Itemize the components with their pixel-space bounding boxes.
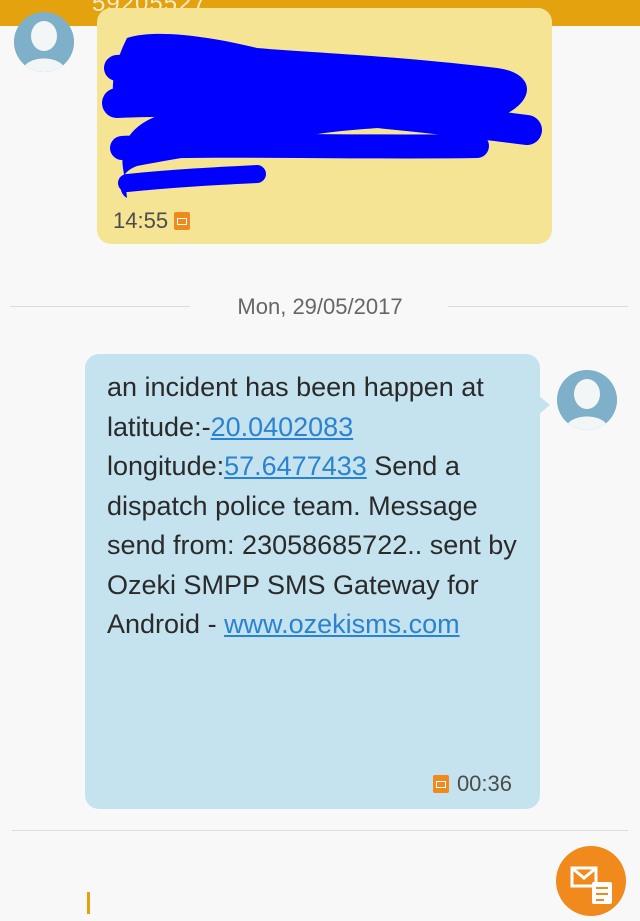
message-text-part: longitude:: [107, 451, 225, 481]
latitude-link[interactable]: 20.0402083: [211, 412, 354, 442]
bubble-tail: [538, 395, 550, 415]
divider-right: [448, 306, 628, 307]
my-avatar-icon[interactable]: [557, 370, 617, 430]
incoming-message-bubble[interactable]: 14:55: [97, 8, 552, 244]
compose-divider: [12, 830, 628, 831]
incoming-message-time: 14:55: [113, 208, 191, 234]
sim-icon: [174, 212, 191, 230]
outgoing-message-time: 00:36: [432, 771, 512, 797]
sim-icon: [432, 775, 449, 793]
outgoing-message-bubble[interactable]: an incident has been happen at latitude:…: [85, 354, 540, 809]
date-separator-label: Mon, 29/05/2017: [237, 294, 403, 319]
longitude-link[interactable]: 57.6477433: [224, 451, 367, 481]
contact-avatar-icon[interactable]: [14, 12, 74, 72]
send-mms-icon[interactable]: [556, 846, 626, 916]
date-separator: Mon, 29/05/2017: [0, 288, 640, 324]
website-link[interactable]: www.ozekisms.com: [224, 609, 460, 639]
message-body: an incident has been happen at latitude:…: [107, 368, 517, 645]
